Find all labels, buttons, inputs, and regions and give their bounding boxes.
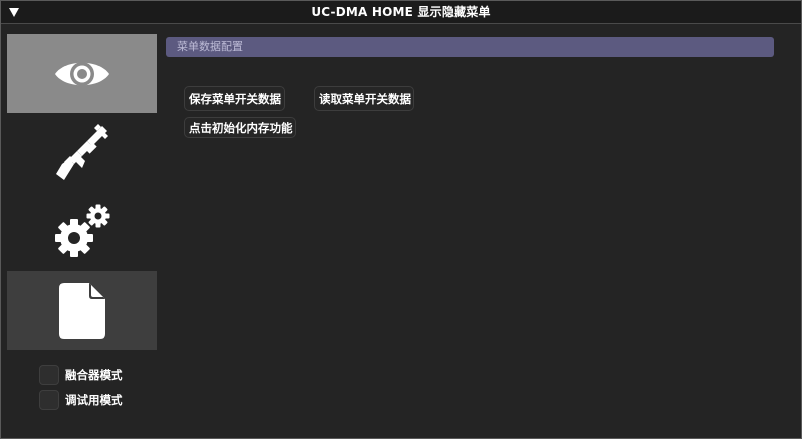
option-fuser-mode[interactable]: 融合器模式	[39, 364, 123, 385]
window-title: UC-DMA HOME 显示隐藏菜单	[311, 5, 491, 19]
options-list: 融合器模式 调试用模式	[39, 364, 123, 414]
sidebar-item-settings[interactable]	[7, 192, 157, 271]
eye-icon	[55, 61, 109, 86]
option-debug-mode[interactable]: 调试用模式	[39, 389, 123, 410]
gears-icon	[55, 204, 110, 257]
load-menu-data-button[interactable]: 读取菜单开关数据	[314, 86, 414, 111]
init-memory-button[interactable]: 点击初始化内存功能	[184, 117, 296, 138]
rifle-icon	[56, 123, 108, 180]
sidebar-item-visuals[interactable]	[7, 34, 157, 113]
save-menu-data-button[interactable]: 保存菜单开关数据	[184, 86, 285, 111]
fuser-mode-checkbox[interactable]	[39, 364, 59, 385]
section-header-label: 菜单数据配置	[177, 40, 243, 53]
debug-mode-checkbox[interactable]	[39, 389, 59, 410]
sidebar	[7, 34, 157, 350]
sidebar-item-config[interactable]	[7, 271, 157, 350]
file-icon	[59, 282, 105, 339]
fuser-mode-label: 融合器模式	[65, 367, 123, 382]
debug-mode-label: 调试用模式	[65, 392, 123, 407]
sidebar-item-weapons[interactable]	[7, 113, 157, 192]
section-header[interactable]: 菜单数据配置	[166, 37, 774, 57]
title-bar: UC-DMA HOME 显示隐藏菜单	[1, 1, 801, 24]
